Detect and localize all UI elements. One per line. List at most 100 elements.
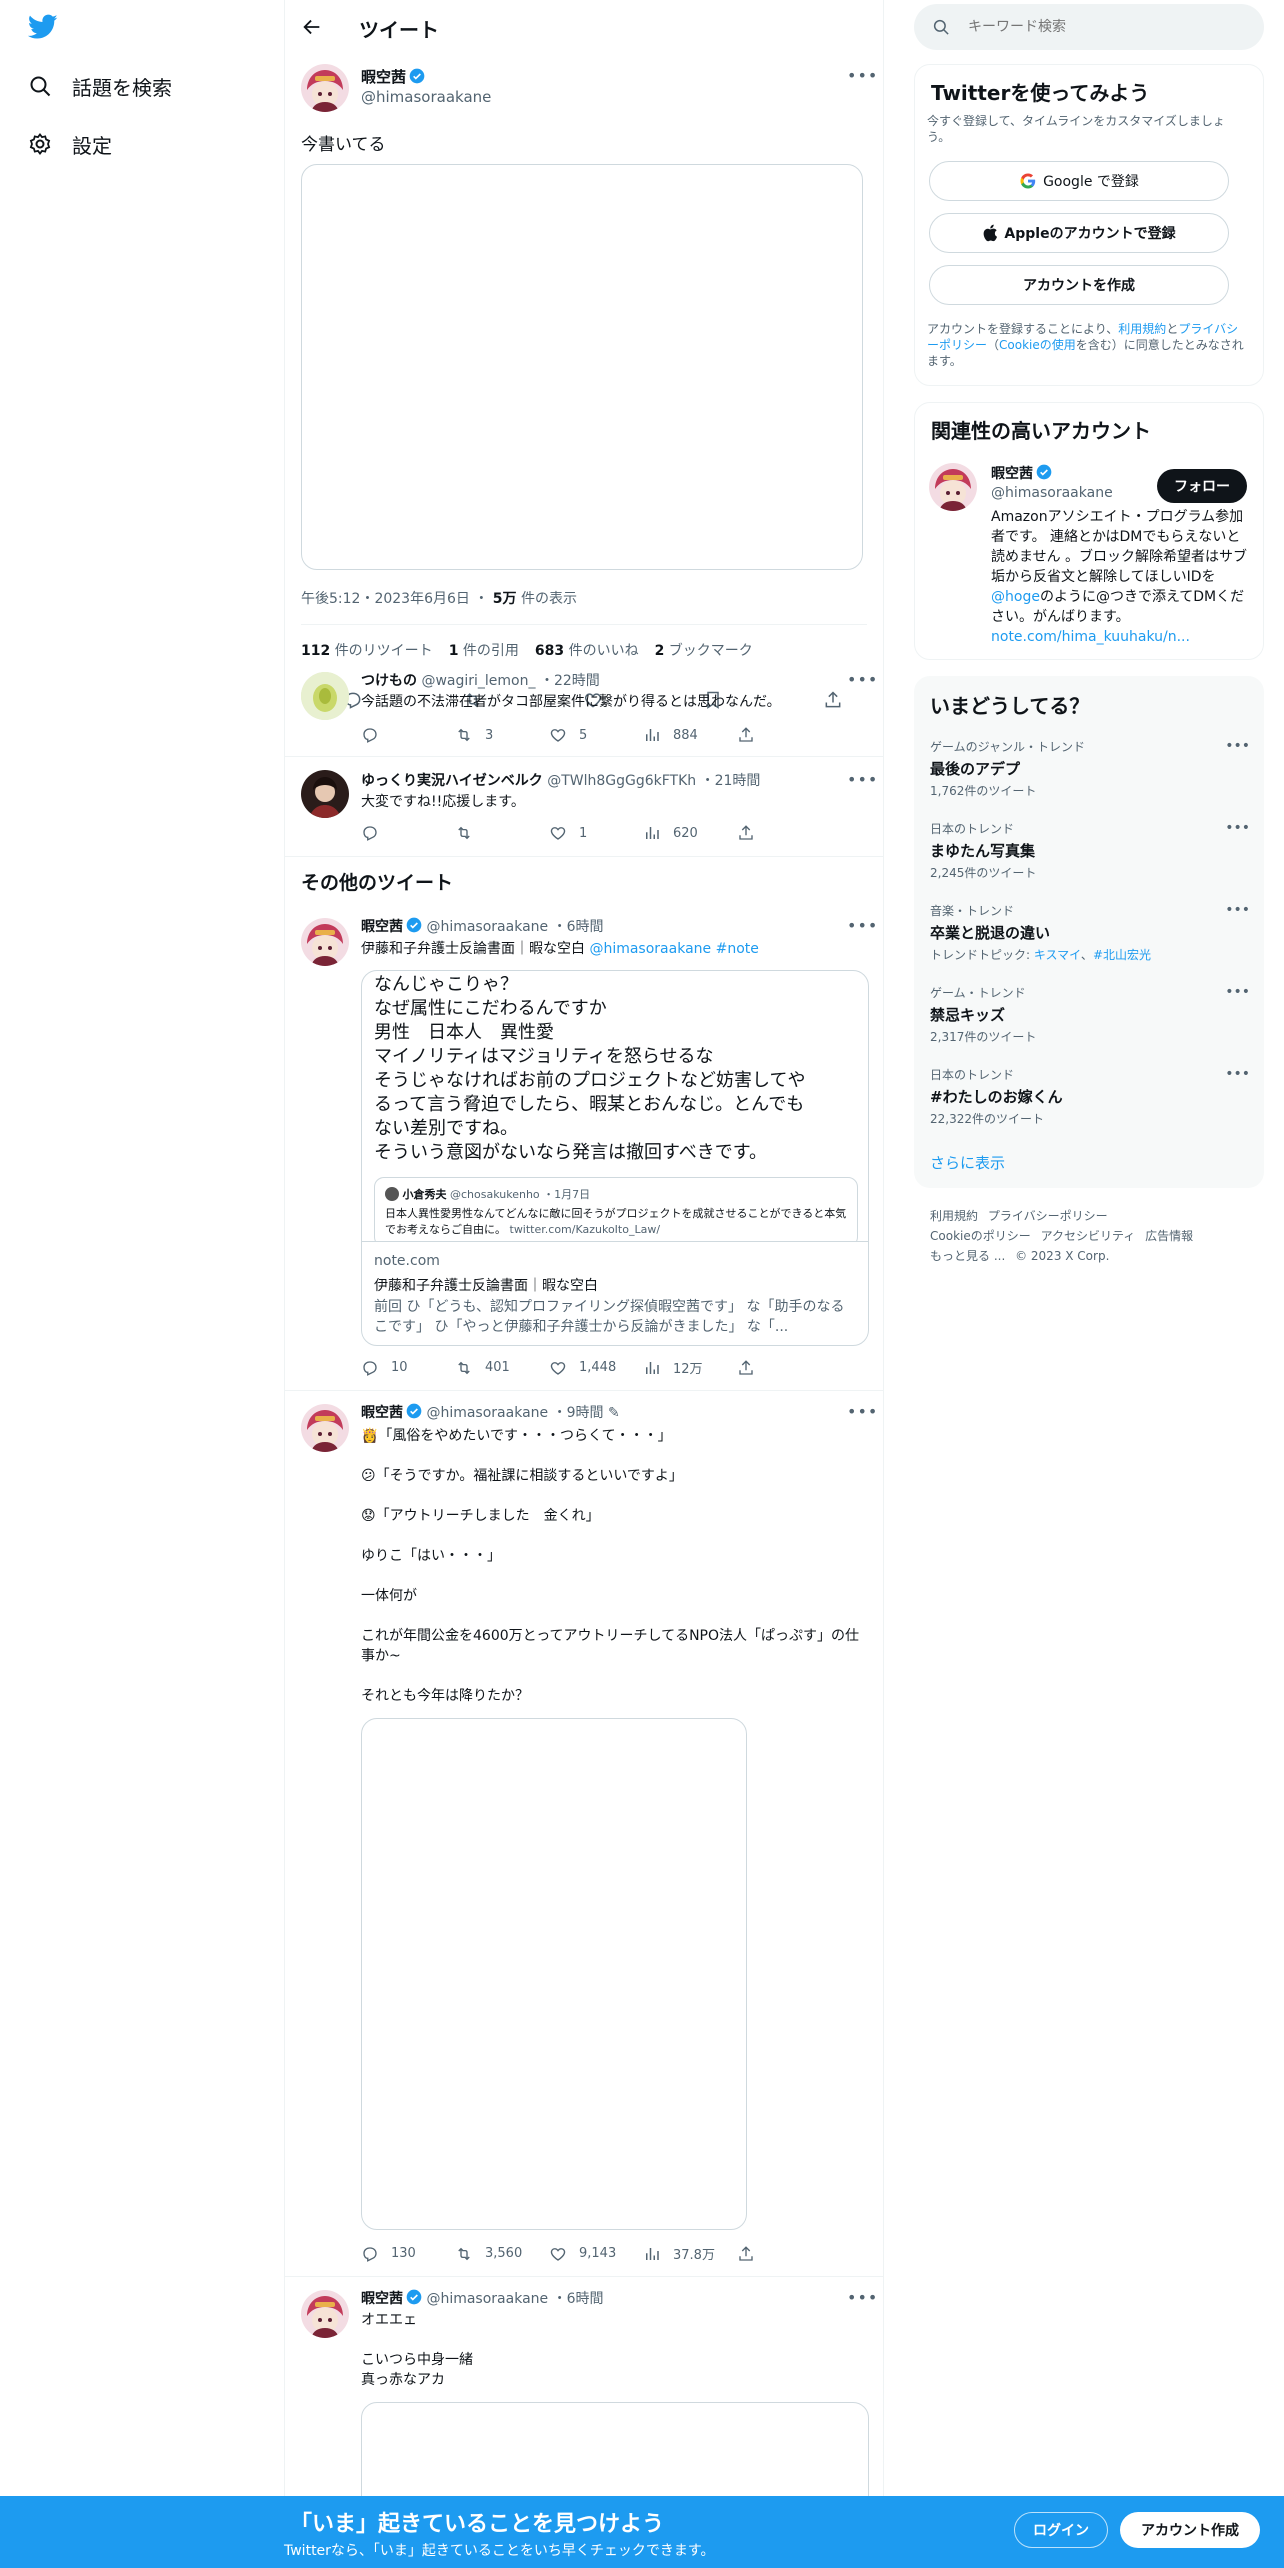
avatar[interactable] bbox=[301, 918, 349, 966]
bio-link[interactable]: note.com/hima_kuuhaku/n... bbox=[991, 629, 1190, 645]
more-options-icon[interactable]: ••• bbox=[847, 770, 878, 789]
bookmarks-stat[interactable]: 2 ブックマーク bbox=[655, 640, 753, 660]
cookie-link[interactable]: Cookieの使用 bbox=[999, 338, 1076, 352]
footer-cookie[interactable]: Cookieのポリシー bbox=[930, 1229, 1031, 1243]
more-options-icon[interactable]: ••• bbox=[1225, 738, 1250, 754]
relevant-accounts-panel: 関連性の高いアカウント 暇空茜 @himasoraakane フォロー Amaz… bbox=[914, 402, 1264, 660]
hashtag-link[interactable]: #note bbox=[716, 941, 759, 957]
reply-button[interactable] bbox=[361, 726, 455, 744]
apple-signup-button[interactable]: Appleのアカウントで登録 bbox=[929, 213, 1229, 253]
nav-settings[interactable]: 設定 bbox=[28, 124, 112, 164]
show-more-link[interactable]: さらに表示 bbox=[930, 1152, 1005, 1173]
avatar[interactable] bbox=[301, 672, 349, 720]
share-button[interactable] bbox=[737, 824, 831, 842]
topic-link[interactable]: #北山宏光 bbox=[1093, 948, 1151, 962]
trend-item[interactable]: 日本のトレンド まゆたん写真集 2,245件のツイート ••• bbox=[930, 820, 1250, 881]
like-button[interactable]: 1 bbox=[549, 824, 643, 842]
avatar[interactable] bbox=[301, 1404, 349, 1452]
footer-accessibility[interactable]: アクセシビリティ bbox=[1041, 1229, 1136, 1243]
reply-author-name[interactable]: ゆっくり実況ハイゼンベルク bbox=[361, 773, 543, 789]
tweet-time[interactable]: 9時間 bbox=[567, 1405, 604, 1421]
like-button[interactable]: 5 bbox=[549, 726, 643, 744]
link-card[interactable]: なんじゃこりゃ？ なぜ属性にこだわるんですか 男性 日本人 異性愛 マイノリティはマジ… bbox=[361, 970, 869, 1346]
search-input[interactable] bbox=[968, 14, 1248, 40]
share-button[interactable] bbox=[737, 1359, 831, 1377]
google-signup-button[interactable]: Google で登録 bbox=[929, 161, 1229, 201]
reply-author-handle[interactable]: @wagiri_lemon_ bbox=[421, 673, 535, 689]
footer-terms[interactable]: 利用規約 bbox=[930, 1209, 978, 1223]
retweet-button[interactable]: 3 bbox=[455, 726, 549, 744]
retweet-button[interactable]: 3,560 bbox=[455, 2245, 549, 2263]
reply-author-name[interactable]: つけもの bbox=[361, 673, 417, 689]
more-options-icon[interactable]: ••• bbox=[1225, 820, 1250, 836]
terms-link[interactable]: 利用規約 bbox=[1118, 322, 1166, 336]
author-name[interactable]: 暇空茜 bbox=[361, 2291, 403, 2307]
follow-button[interactable]: フォロー bbox=[1157, 469, 1247, 503]
author-handle[interactable]: @himasoraakane bbox=[426, 919, 548, 935]
views-button[interactable]: 12万 bbox=[643, 1358, 737, 1377]
reply-time[interactable]: 21時間 bbox=[715, 773, 761, 789]
signup-button[interactable]: アカウント作成 bbox=[1120, 2512, 1260, 2548]
more-options-icon[interactable]: ••• bbox=[1225, 1066, 1250, 1082]
verified-badge-icon bbox=[406, 1403, 422, 1419]
share-button[interactable] bbox=[737, 2245, 831, 2263]
mention-link[interactable]: @himasoraakane bbox=[589, 941, 711, 957]
avatar[interactable] bbox=[301, 770, 349, 818]
trend-item[interactable]: 日本のトレンド #わたしのお嫁くん 22,322件のツイート ••• bbox=[930, 1066, 1250, 1127]
reply-button[interactable]: 130 bbox=[361, 2245, 455, 2263]
login-button[interactable]: ログイン bbox=[1014, 2512, 1108, 2548]
tweet-media[interactable] bbox=[361, 1718, 747, 2230]
card-image-line: なぜ属性にこだわるんですか bbox=[374, 998, 607, 1019]
footer-ads[interactable]: 広告情報 bbox=[1145, 1229, 1193, 1243]
footer-more[interactable]: もっと見る ... bbox=[930, 1249, 1005, 1263]
like-button[interactable]: 1,448 bbox=[549, 1359, 643, 1377]
tweet-media[interactable] bbox=[301, 164, 863, 570]
more-options-icon[interactable]: ••• bbox=[847, 66, 878, 85]
more-options-icon[interactable]: ••• bbox=[847, 2288, 878, 2307]
tweet-time[interactable]: 6時間 bbox=[567, 2291, 604, 2307]
avatar[interactable] bbox=[301, 2290, 349, 2338]
relevant-name-row[interactable]: 暇空茜 bbox=[991, 463, 1052, 483]
quotes-stat[interactable]: 1 件の引用 bbox=[449, 640, 519, 660]
views-button[interactable]: 37.8万 bbox=[643, 2244, 737, 2263]
search-box[interactable] bbox=[914, 4, 1264, 50]
back-arrow-icon[interactable] bbox=[301, 16, 323, 38]
more-options-icon[interactable]: ••• bbox=[847, 670, 878, 689]
twitter-logo-icon[interactable] bbox=[28, 14, 58, 40]
author-handle[interactable]: @himasoraakane bbox=[426, 2291, 548, 2307]
like-button[interactable]: 9,143 bbox=[549, 2245, 643, 2263]
nav-explore[interactable]: 話題を検索 bbox=[28, 66, 172, 106]
trend-item[interactable]: 音楽・トレンド 卒業と脱退の違い トレンドトピック: キスマイ、#北山宏光 ••… bbox=[930, 902, 1250, 963]
tweet-time[interactable]: 6時間 bbox=[567, 919, 604, 935]
more-options-icon[interactable]: ••• bbox=[1225, 902, 1250, 918]
bio-mention[interactable]: @hoge bbox=[991, 589, 1040, 605]
avatar[interactable] bbox=[929, 463, 977, 511]
views-button[interactable]: 620 bbox=[643, 824, 737, 842]
trend-item[interactable]: ゲーム・トレンド 禁忌キッズ 2,317件のツイート ••• bbox=[930, 984, 1250, 1045]
trend-item[interactable]: ゲームのジャンル・トレンド 最後のアデプ 1,762件のツイート ••• bbox=[930, 738, 1250, 799]
share-button[interactable] bbox=[737, 726, 831, 744]
author-name[interactable]: 暇空茜 bbox=[361, 1405, 403, 1421]
retweet-button[interactable]: 401 bbox=[455, 1359, 549, 1377]
reply-author-handle[interactable]: @TWlh8GgGg6kFTKh bbox=[547, 773, 696, 789]
retweet-button[interactable] bbox=[455, 824, 549, 842]
reply-button[interactable] bbox=[361, 824, 455, 842]
reply-time[interactable]: 22時間 bbox=[554, 673, 600, 689]
tweet-timestamp[interactable]: 午後5:12・2023年6月6日 bbox=[301, 591, 470, 607]
likes-stat[interactable]: 683 件のいいね bbox=[535, 640, 639, 660]
more-options-icon[interactable]: ••• bbox=[847, 916, 878, 935]
retweets-stat[interactable]: 112 件のリツイート bbox=[301, 640, 433, 660]
topic-link[interactable]: キスマイ bbox=[1034, 948, 1081, 962]
author-handle[interactable]: @himasoraakane bbox=[426, 1405, 548, 1421]
footer-privacy[interactable]: プライバシーポリシー bbox=[988, 1209, 1108, 1223]
author-name[interactable]: 暇空茜 bbox=[361, 919, 403, 935]
more-options-icon[interactable]: ••• bbox=[847, 1402, 878, 1421]
reply-button[interactable]: 10 bbox=[361, 1359, 455, 1377]
edited-icon[interactable]: ✎ bbox=[608, 1405, 620, 1421]
main-tweet-author[interactable]: 暇空茜 bbox=[361, 66, 425, 87]
more-options-icon[interactable]: ••• bbox=[1225, 984, 1250, 1000]
divider bbox=[285, 756, 883, 757]
create-account-button[interactable]: アカウントを作成 bbox=[929, 265, 1229, 305]
views-button[interactable]: 884 bbox=[643, 726, 737, 744]
avatar[interactable] bbox=[301, 64, 349, 112]
